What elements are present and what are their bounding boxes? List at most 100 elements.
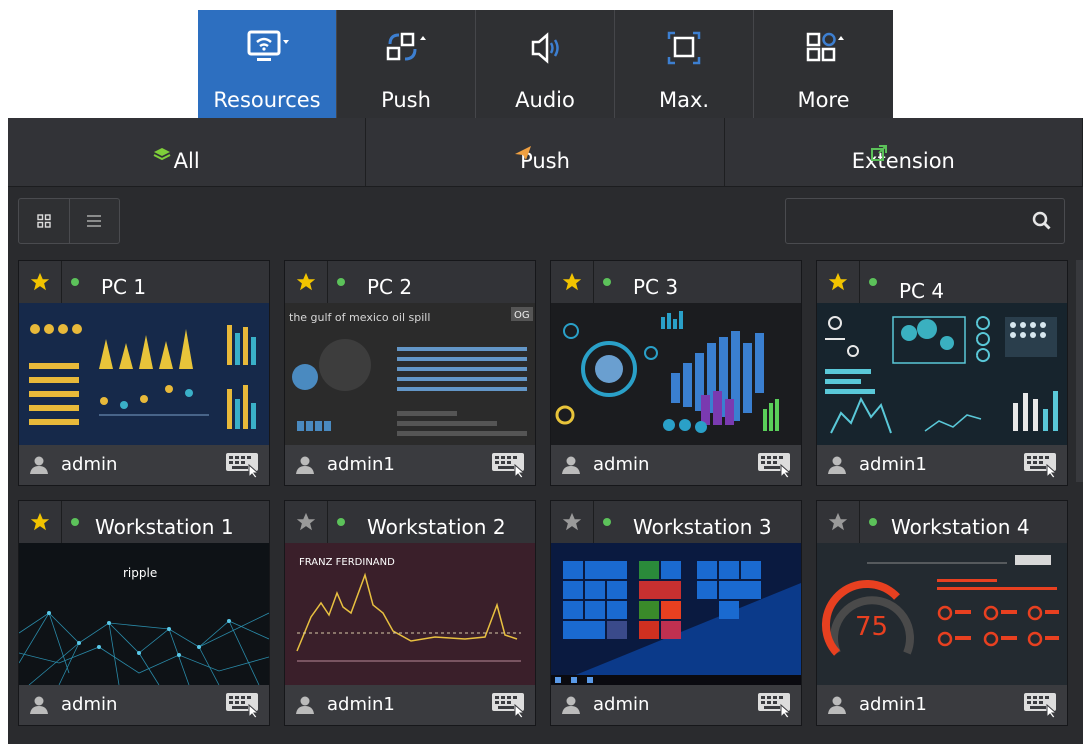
star-icon [828,512,848,531]
card-title: PC 3 [633,275,679,299]
user-icon [29,695,49,719]
search-input[interactable] [796,199,1020,243]
star-icon [296,512,316,531]
favorite-toggle[interactable] [817,261,860,303]
favorite-toggle[interactable] [285,261,328,303]
card-footer: admin1 [817,685,1067,725]
keyboard-control-icon[interactable] [225,691,261,723]
maximize-button[interactable]: Max. [615,10,754,118]
resource-card[interactable]: Workstation 2 FRANZ FERDINAND admin1 [284,500,536,726]
online-status-dot [71,518,79,526]
card-footer: admin1 [285,685,535,725]
online-status-dot [869,518,877,526]
grid-view-button[interactable] [19,199,70,243]
keyboard-control-icon[interactable] [1023,691,1059,723]
more-button[interactable]: More [754,10,893,118]
resource-card[interactable]: PC 4 admin1 [816,260,1068,486]
online-status-dot [337,518,345,526]
audio-button[interactable]: Audio [476,10,615,118]
tab-push[interactable]: Push [366,118,725,186]
monitor-wifi-icon [245,20,289,76]
user-name: admin [61,454,118,475]
screen-preview[interactable] [19,303,269,445]
tab-all[interactable]: All [8,118,367,186]
external-window-icon [870,142,887,166]
favorite-toggle[interactable] [551,261,594,303]
screen-preview[interactable] [551,543,801,685]
tab-extension-label: Extension [851,149,955,173]
pc2-thumb-badge: OG [514,310,530,321]
push-arrows-icon [384,20,428,76]
resource-card[interactable]: PC 1 admin [18,260,270,486]
favorite-toggle[interactable] [551,501,594,543]
resources-label: Resources [213,88,321,112]
card-header: PC 4 [817,261,1067,304]
card-footer: admin [19,445,269,485]
keyboard-control-icon[interactable] [491,451,527,483]
resource-card[interactable]: Workstation 4 75 admin1 [816,500,1068,726]
screen-preview[interactable]: the gulf of mexico oil spill OG [285,303,535,445]
more-label: More [797,88,850,112]
user-name: admin1 [327,694,395,715]
favorite-toggle[interactable] [817,501,860,543]
card-header: PC 3 [551,261,801,304]
screen-preview[interactable]: ripple [19,543,269,685]
favorite-toggle[interactable] [285,501,328,543]
search-icon[interactable] [1032,211,1052,235]
star-icon [828,272,848,291]
keyboard-control-icon[interactable] [1023,451,1059,483]
resource-card[interactable]: PC 2 the gulf of mexico oil spill OG adm… [284,260,536,486]
keyboard-control-icon[interactable] [491,691,527,723]
tab-extension[interactable]: Extension [725,118,1083,186]
resources-panel: All Push Extension PC 1 admin PC 2 the g… [8,118,1083,744]
pc2-thumb-title: the gulf of mexico oil spill [289,311,430,324]
screen-preview[interactable] [817,303,1067,445]
keyboard-control-icon[interactable] [757,691,793,723]
user-icon [295,695,315,719]
tab-all-label: All [173,149,200,173]
user-icon [827,455,847,479]
card-footer: admin [551,685,801,725]
card-header: Workstation 2 [285,501,535,544]
online-status-dot [337,278,345,286]
list-view-icon [87,215,102,227]
screen-preview[interactable]: FRANZ FERDINAND [285,543,535,685]
star-icon [562,512,582,531]
card-title: PC 2 [367,275,413,299]
ws2-thumb-title: FRANZ FERDINAND [299,557,395,568]
keyboard-control-icon[interactable] [225,451,261,483]
audio-label: Audio [515,88,575,112]
card-header: Workstation 4 [817,501,1067,544]
keyboard-control-icon[interactable] [757,451,793,483]
maximize-icon [662,20,706,76]
online-status-dot [869,278,877,286]
star-icon [30,272,50,291]
card-footer: admin [19,685,269,725]
screen-preview[interactable]: 75 [817,543,1067,685]
screen-preview[interactable] [551,303,801,445]
resources-button[interactable]: Resources [198,10,337,118]
paper-plane-icon [514,142,532,166]
ripple-logo-text: ripple [123,566,157,580]
card-title: Workstation 4 [891,515,1030,539]
favorite-toggle[interactable] [19,501,62,543]
card-header: Workstation 3 [551,501,801,544]
resource-card[interactable]: PC 3 admin [550,260,802,486]
user-name: admin1 [859,694,927,715]
card-title: Workstation 2 [367,515,506,539]
favorite-toggle[interactable] [19,261,62,303]
resource-card[interactable]: Workstation 1 ripple admin [18,500,270,726]
card-footer: admin1 [817,445,1067,485]
top-toolbar: Resources Push Audio Max. More [198,10,893,118]
resource-card[interactable]: Workstation 3 admin [550,500,802,726]
list-view-button[interactable] [70,199,120,243]
grid-more-icon [802,20,846,76]
card-header: Workstation 1 [19,501,269,544]
view-toggle [18,198,120,244]
search-box [785,198,1065,244]
user-name: admin [593,694,650,715]
user-name: admin [593,454,650,475]
online-status-dot [71,278,79,286]
push-button[interactable]: Push [337,10,476,118]
card-title: PC 1 [101,275,147,299]
